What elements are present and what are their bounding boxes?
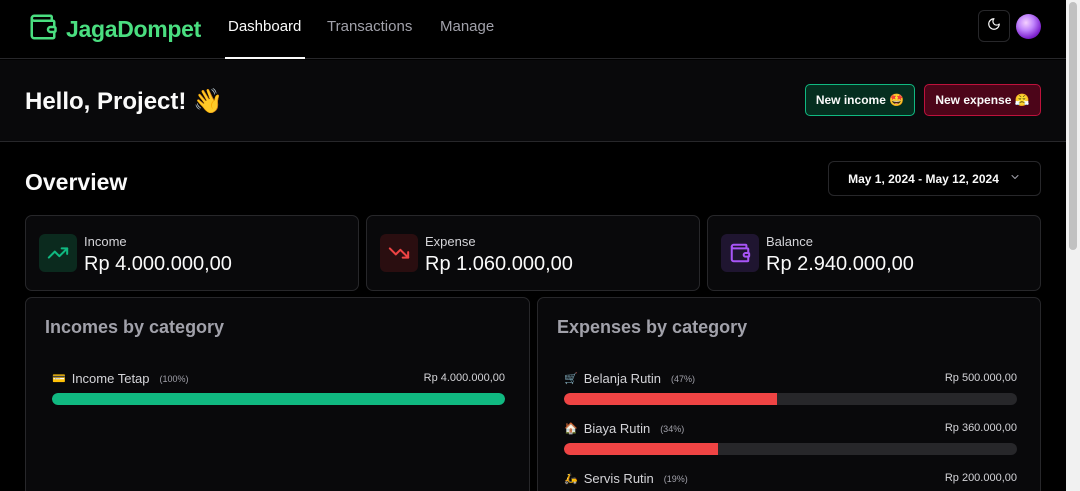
expenses-by-category-panel: Expenses by category 🛒 Belanja Rutin (47… [537, 297, 1041, 491]
chevron-down-icon [1009, 171, 1021, 186]
nav-dashboard[interactable]: Dashboard [228, 18, 301, 35]
category-name: Income Tetap [71, 371, 150, 386]
category-percent: (34%) [660, 423, 685, 434]
category-name: Belanja Rutin [583, 371, 662, 386]
date-range-label: May 1, 2024 - May 12, 2024 [848, 171, 999, 186]
incomes-by-category-panel: Incomes by category 💳 Income Tetap (100%… [25, 297, 530, 491]
category-name: Biaya Rutin [583, 421, 651, 436]
moon-icon [987, 17, 1001, 36]
incomes-panel-title: Incomes by category [45, 317, 225, 337]
active-nav-indicator [225, 57, 305, 59]
balance-stat-card: Balance Rp 2.940.000,00 [707, 215, 1041, 291]
app-logo[interactable]: JagaDompet [28, 12, 201, 47]
page-scrollbar[interactable] [1066, 0, 1080, 491]
category-percent: (47%) [671, 373, 696, 384]
theme-toggle-button[interactable] [978, 10, 1010, 42]
expense-stat-value: Rp 1.060.000,00 [425, 253, 573, 275]
app-name: JagaDompet [66, 16, 202, 42]
balance-stat-label: Balance [766, 234, 813, 249]
wallet-icon [28, 12, 58, 47]
category-amount: Rp 4.000.000,00 [423, 372, 505, 384]
greeting-title: Hello, Project! 👋 [25, 88, 223, 115]
wallet-icon [721, 234, 759, 272]
date-range-picker[interactable]: May 1, 2024 - May 12, 2024 [828, 161, 1041, 196]
category-amount: Rp 500.000,00 [944, 372, 1017, 384]
income-stat-value: Rp 4.000.000,00 [84, 253, 232, 275]
category-progress-fill [52, 393, 505, 405]
trending-down-icon [380, 234, 418, 272]
nav-manage[interactable]: Manage [440, 18, 494, 35]
category-progress-track [564, 393, 1017, 405]
overview-title: Overview [25, 169, 128, 195]
new-income-button[interactable]: New income 🤩 [805, 84, 915, 116]
category-name: Servis Rutin [583, 471, 654, 486]
category-progress-fill [564, 443, 719, 455]
category-percent: (19%) [663, 473, 688, 484]
scrollbar-thumb[interactable] [1069, 2, 1077, 250]
top-navbar: JagaDompet Dashboard Transactions Manage [0, 0, 1066, 59]
category-emoji-icon: 🛒 [564, 373, 578, 385]
category-amount: Rp 360.000,00 [944, 422, 1017, 434]
category-progress-track [52, 393, 505, 405]
greeting-bar: Hello, Project! 👋 New income 🤩 New expen… [0, 60, 1066, 142]
expenses-panel-title: Expenses by category [557, 317, 748, 337]
category-emoji-icon: 💳 [52, 373, 66, 385]
expense-stat-card: Expense Rp 1.060.000,00 [366, 215, 700, 291]
category-progress-fill [564, 393, 777, 405]
balance-stat-value: Rp 2.940.000,00 [766, 253, 914, 275]
category-emoji-icon: 🏠 [564, 423, 578, 435]
user-avatar[interactable] [1016, 14, 1041, 39]
category-percent: (100%) [159, 373, 189, 384]
category-emoji-icon: 🛵 [564, 473, 578, 485]
new-expense-button[interactable]: New expense 😤 [924, 84, 1041, 116]
income-stat-label: Income [84, 234, 127, 249]
category-progress-track [564, 443, 1017, 455]
category-amount: Rp 200.000,00 [944, 472, 1017, 484]
expense-stat-label: Expense [425, 234, 476, 249]
trending-up-icon [39, 234, 77, 272]
nav-transactions[interactable]: Transactions [327, 18, 412, 35]
income-stat-card: Income Rp 4.000.000,00 [25, 215, 359, 291]
